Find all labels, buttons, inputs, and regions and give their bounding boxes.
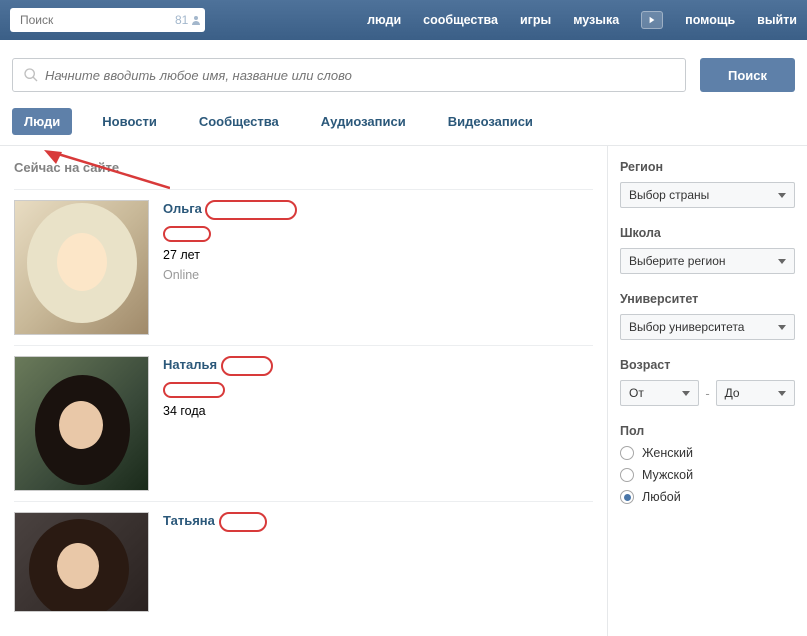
- filter-university: Университет Выбор университета: [620, 292, 795, 340]
- search-result: Татьяна: [14, 501, 593, 622]
- main-search-box[interactable]: [12, 58, 686, 92]
- radio-label: Мужской: [642, 468, 693, 482]
- result-name-link[interactable]: Наталья: [163, 357, 217, 372]
- play-button[interactable]: [641, 11, 663, 29]
- redaction-annotation: [219, 512, 267, 532]
- dropdown-value: Выбор университета: [629, 320, 744, 334]
- results-content: Сейчас на сайте Ольга 27 лет Online: [0, 146, 607, 636]
- redaction-annotation: [221, 356, 273, 376]
- search-icon: [23, 67, 39, 83]
- result-age: 27 лет: [163, 248, 297, 262]
- redaction-annotation: [205, 200, 297, 220]
- age-from-dropdown[interactable]: От: [620, 380, 699, 406]
- search-tabs: Люди Новости Сообщества Аудиозаписи Виде…: [0, 102, 807, 146]
- redaction-annotation: [163, 382, 225, 398]
- university-dropdown[interactable]: Выбор университета: [620, 314, 795, 340]
- radio-icon: [620, 490, 634, 504]
- result-status: Online: [163, 268, 297, 282]
- radio-icon: [620, 468, 634, 482]
- filters-sidebar: Регион Выбор страны Школа Выберите регио…: [607, 146, 807, 636]
- filter-label: Школа: [620, 226, 795, 240]
- dropdown-value: Выберите регион: [629, 254, 726, 268]
- gender-female-radio[interactable]: Женский: [620, 446, 795, 460]
- dropdown-value: От: [629, 386, 644, 400]
- filter-label: Возраст: [620, 358, 795, 372]
- nav-people[interactable]: люди: [367, 13, 401, 27]
- redaction-annotation: [163, 226, 211, 242]
- top-search-input[interactable]: [20, 13, 175, 27]
- nav-help[interactable]: помощь: [685, 13, 735, 27]
- filter-gender: Пол Женский Мужской Любой: [620, 424, 795, 504]
- search-area: Поиск: [0, 40, 807, 102]
- top-search-box[interactable]: 81: [10, 8, 205, 32]
- section-title: Сейчас на сайте: [14, 160, 593, 175]
- age-dash: -: [705, 386, 709, 401]
- avatar[interactable]: [14, 512, 149, 612]
- play-icon: [648, 16, 656, 24]
- result-name-link[interactable]: Ольга: [163, 201, 202, 216]
- dropdown-value: До: [725, 386, 740, 400]
- main-search-input[interactable]: [45, 68, 675, 83]
- age-to-dropdown[interactable]: До: [716, 380, 795, 406]
- gender-male-radio[interactable]: Мужской: [620, 468, 795, 482]
- main-layout: Сейчас на сайте Ольга 27 лет Online: [0, 146, 807, 636]
- avatar[interactable]: [14, 200, 149, 335]
- dropdown-value: Выбор страны: [629, 188, 709, 202]
- top-nav: 81 люди сообщества игры музыка помощь вы…: [0, 0, 807, 40]
- gender-any-radio[interactable]: Любой: [620, 490, 795, 504]
- nav-links: люди сообщества игры музыка помощь выйти: [367, 11, 797, 29]
- tab-audio[interactable]: Аудиозаписи: [309, 108, 418, 135]
- chevron-down-icon: [682, 391, 690, 396]
- tab-people[interactable]: Люди: [12, 108, 72, 135]
- friend-count: 81: [175, 13, 202, 27]
- chevron-down-icon: [778, 325, 786, 330]
- nav-logout[interactable]: выйти: [757, 13, 797, 27]
- search-result: Наталья 34 года: [14, 345, 593, 501]
- nav-games[interactable]: игры: [520, 13, 551, 27]
- result-info: Наталья 34 года: [163, 356, 273, 491]
- tab-news[interactable]: Новости: [90, 108, 169, 135]
- result-age: 34 года: [163, 404, 273, 418]
- chevron-down-icon: [778, 259, 786, 264]
- chevron-down-icon: [778, 193, 786, 198]
- nav-music[interactable]: музыка: [573, 13, 619, 27]
- school-dropdown[interactable]: Выберите регион: [620, 248, 795, 274]
- result-name-link[interactable]: Татьяна: [163, 513, 215, 528]
- filter-age: Возраст От - До: [620, 358, 795, 406]
- person-icon: [190, 14, 202, 26]
- nav-communities[interactable]: сообщества: [423, 13, 498, 27]
- search-button[interactable]: Поиск: [700, 58, 795, 92]
- filter-region: Регион Выбор страны: [620, 160, 795, 208]
- filter-label: Регион: [620, 160, 795, 174]
- filter-label: Пол: [620, 424, 795, 438]
- filter-label: Университет: [620, 292, 795, 306]
- radio-label: Женский: [642, 446, 693, 460]
- friend-count-value: 81: [175, 13, 188, 27]
- radio-icon: [620, 446, 634, 460]
- radio-label: Любой: [642, 490, 681, 504]
- result-info: Ольга 27 лет Online: [163, 200, 297, 335]
- avatar[interactable]: [14, 356, 149, 491]
- tab-video[interactable]: Видеозаписи: [436, 108, 545, 135]
- tab-communities[interactable]: Сообщества: [187, 108, 291, 135]
- result-info: Татьяна: [163, 512, 267, 612]
- search-result: Ольга 27 лет Online: [14, 189, 593, 345]
- chevron-down-icon: [778, 391, 786, 396]
- filter-school: Школа Выберите регион: [620, 226, 795, 274]
- region-dropdown[interactable]: Выбор страны: [620, 182, 795, 208]
